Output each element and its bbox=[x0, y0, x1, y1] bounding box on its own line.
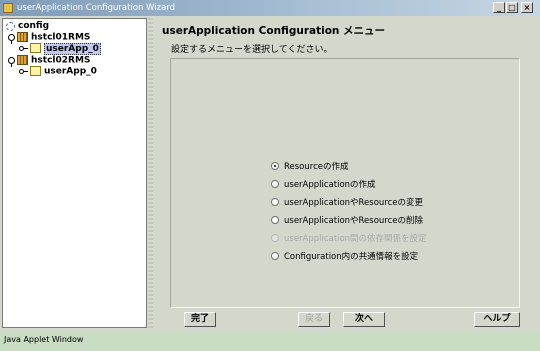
finish-button[interactable]: 完了 bbox=[184, 312, 216, 327]
tree-label: hstcl01RMS bbox=[31, 32, 91, 43]
radio-label: userApplicationやResourceの削除 bbox=[284, 216, 424, 226]
radio-option[interactable]: userApplicationやResourceの削除 bbox=[271, 212, 427, 230]
help-button[interactable]: ヘルプ bbox=[474, 312, 520, 327]
tree-label: config bbox=[18, 21, 50, 31]
status-bar: Java Applet Window bbox=[0, 331, 540, 351]
key-icon[interactable] bbox=[19, 45, 28, 51]
page-title: userApplication Configuration メニュー bbox=[162, 25, 386, 37]
java-app-icon bbox=[3, 3, 13, 13]
folder-icon bbox=[30, 66, 41, 76]
radio-option[interactable]: Resourceの作成 bbox=[271, 158, 427, 176]
radio-button[interactable] bbox=[271, 215, 279, 224]
options-panel: Resourceの作成 userApplicationの作成 userAppli… bbox=[170, 58, 520, 308]
minimize-button[interactable]: _ bbox=[493, 2, 505, 13]
title-bar: userApplication Configuration Wizard _ □… bbox=[0, 0, 540, 16]
radio-button[interactable] bbox=[271, 251, 279, 260]
radio-button[interactable] bbox=[271, 179, 279, 188]
radio-label: Configuration内の共通情報を設定 bbox=[284, 252, 419, 262]
next-button[interactable]: 次へ bbox=[343, 312, 385, 327]
radio-option: userApplication間の依存関係を設定 bbox=[271, 230, 427, 248]
radio-label: userApplicationの作成 bbox=[284, 180, 376, 190]
key-icon[interactable] bbox=[19, 68, 28, 74]
config-tree: config hstcl01RMS userApp_0 hstcl02RMS u… bbox=[2, 18, 147, 328]
wizard-window: userApplication Configuration Wizard _ □… bbox=[0, 0, 540, 351]
status-text: Java Applet Window bbox=[4, 335, 84, 344]
radio-button[interactable] bbox=[271, 161, 279, 170]
menu-panel: userApplication Configuration メニュー 設定するメ… bbox=[154, 18, 538, 328]
tree-label-selected: userApp_0 bbox=[44, 42, 101, 55]
tree-node-app-1[interactable]: userApp_0 bbox=[19, 42, 101, 55]
expand-toggle-icon[interactable] bbox=[8, 56, 15, 67]
folder-icon bbox=[30, 43, 41, 53]
radio-option[interactable]: userApplicationやResourceの変更 bbox=[271, 194, 427, 212]
maximize-button[interactable]: □ bbox=[506, 2, 518, 13]
radio-button[interactable] bbox=[271, 197, 279, 206]
tree-label: hstcl02RMS bbox=[31, 55, 91, 66]
menu-radio-group: Resourceの作成 userApplicationの作成 userAppli… bbox=[271, 158, 427, 266]
page-instruction: 設定するメニューを選択してください。 bbox=[171, 45, 333, 55]
radio-label: userApplicationやResourceの変更 bbox=[284, 198, 424, 208]
window-title: userApplication Configuration Wizard bbox=[17, 3, 176, 13]
server-icon bbox=[17, 32, 28, 42]
tree-node-host-2[interactable]: hstcl02RMS bbox=[8, 55, 91, 67]
radio-option[interactable]: userApplicationの作成 bbox=[271, 176, 427, 194]
tree-node-app-2[interactable]: userApp_0 bbox=[19, 66, 97, 77]
tree-node-host-1[interactable]: hstcl01RMS bbox=[8, 32, 91, 44]
radio-option[interactable]: Configuration内の共通情報を設定 bbox=[271, 248, 427, 266]
server-icon bbox=[17, 55, 28, 65]
config-root-icon bbox=[5, 21, 16, 31]
tree-label: userApp_0 bbox=[44, 66, 97, 77]
tree-node-config[interactable]: config bbox=[5, 21, 49, 32]
close-button[interactable]: × bbox=[521, 2, 533, 13]
radio-label: Resourceの作成 bbox=[284, 162, 349, 172]
back-button: 戻る bbox=[298, 312, 330, 327]
split-divider[interactable] bbox=[148, 18, 153, 328]
radio-button bbox=[271, 233, 279, 242]
radio-label: userApplication間の依存関係を設定 bbox=[284, 234, 427, 244]
expand-toggle-icon[interactable] bbox=[8, 33, 15, 44]
